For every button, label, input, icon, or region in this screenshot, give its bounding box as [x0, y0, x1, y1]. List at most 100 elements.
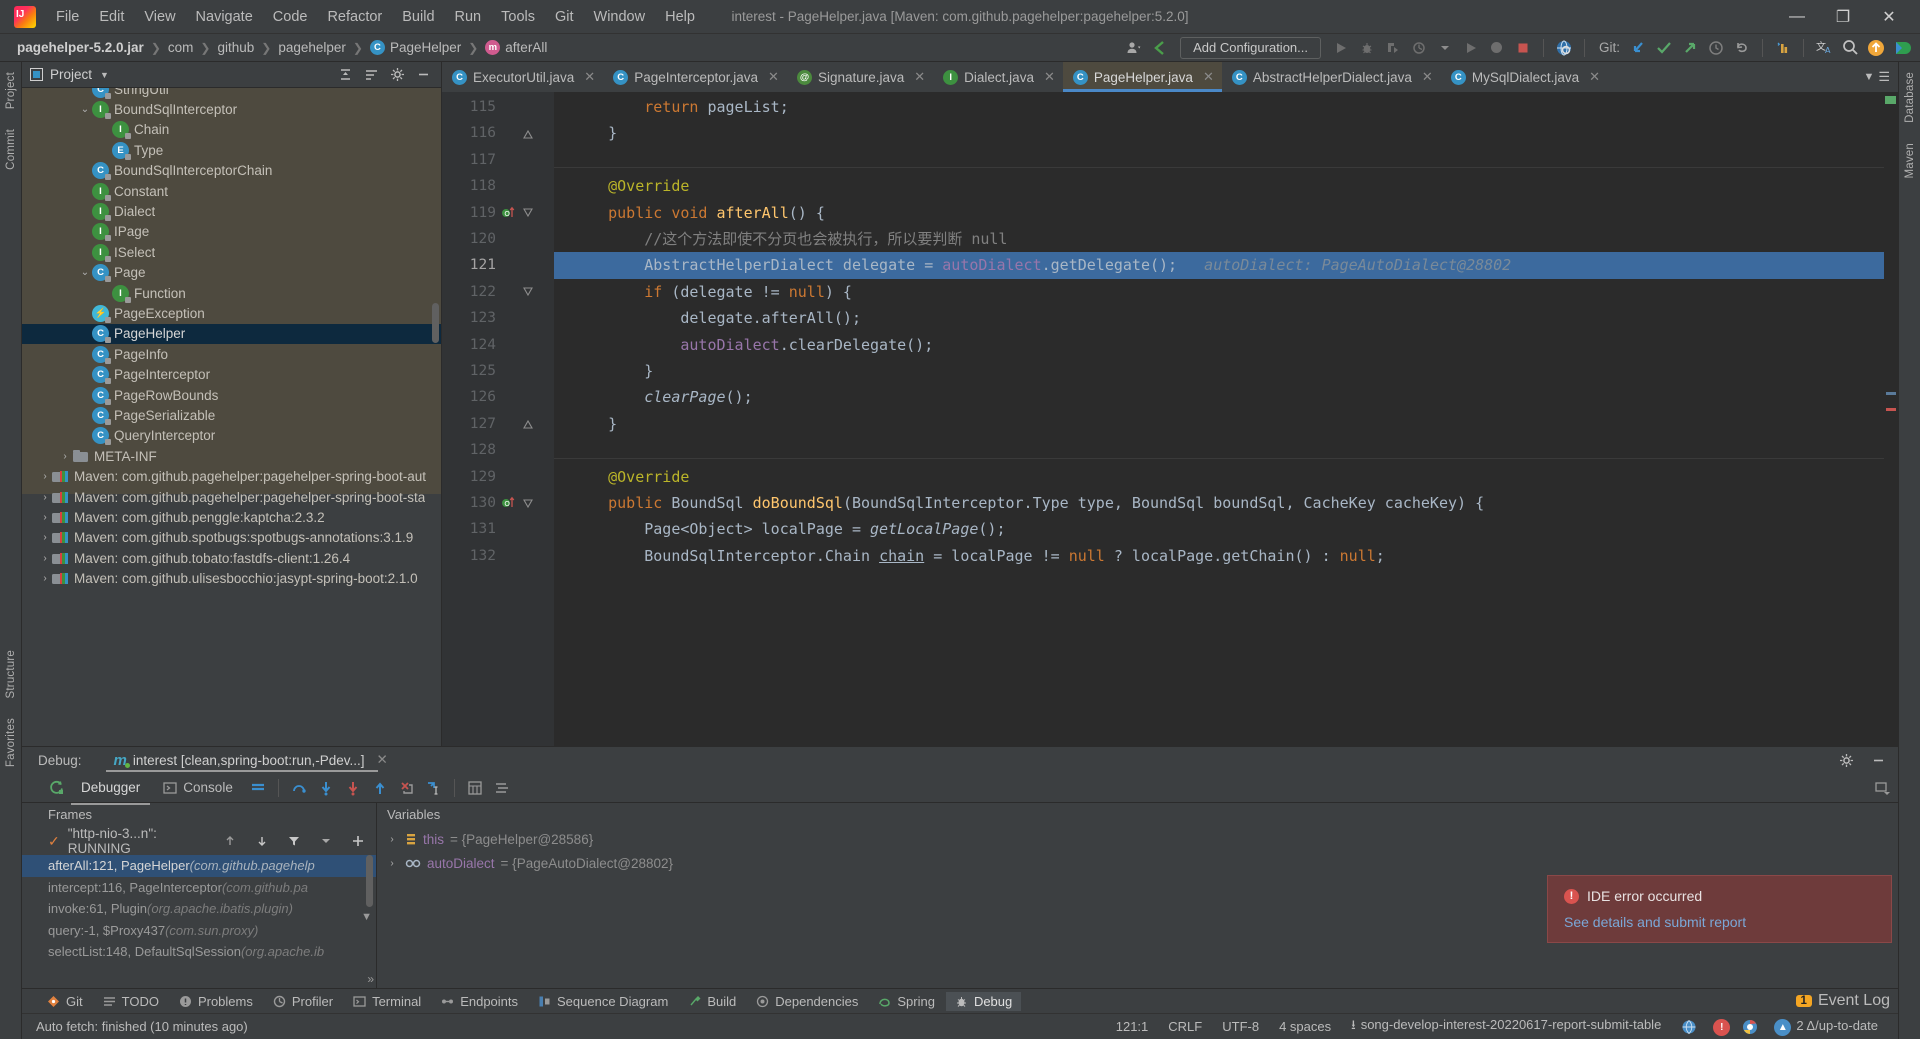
update-project-icon[interactable]: [1148, 36, 1172, 60]
sidebar-item-favorites[interactable]: Favorites: [5, 708, 17, 777]
arrow-down-icon[interactable]: [250, 829, 274, 853]
menu-git[interactable]: Git: [545, 5, 584, 29]
browser-status-icon[interactable]: [1736, 1019, 1764, 1035]
tab-list-icon[interactable]: ☰: [1878, 69, 1890, 85]
tab-console[interactable]: Console: [153, 777, 243, 798]
close-icon[interactable]: ✕: [1589, 69, 1600, 85]
error-notification-balloon[interactable]: ! IDE error occurred See details and sub…: [1547, 875, 1892, 943]
editor-tab[interactable]: C ExecutorUtil.java ✕: [442, 62, 603, 92]
close-icon[interactable]: ✕: [584, 69, 595, 85]
bottom-tab-spring[interactable]: Spring: [869, 992, 944, 1011]
tree-item[interactable]: ⌄ C Page: [22, 263, 441, 283]
override-method-icon[interactable]: O: [501, 205, 516, 220]
sidebar-item-database[interactable]: Database: [1904, 62, 1916, 133]
variables-list[interactable]: › this = {PageHelper@28586} › autoDialect = {…: [377, 827, 1898, 875]
editor-tab[interactable]: C AbstractHelperDialect.java ✕: [1222, 62, 1441, 92]
hide-panel-icon[interactable]: [1866, 748, 1890, 772]
close-icon[interactable]: ✕: [377, 752, 388, 768]
file-encoding[interactable]: UTF-8: [1212, 1019, 1269, 1034]
add-frame-icon[interactable]: [346, 829, 370, 853]
bottom-tab-dependencies[interactable]: Dependencies: [747, 992, 867, 1011]
bottom-tab-sequence-diagram[interactable]: Sequence Diagram: [529, 992, 677, 1011]
git-commit-icon[interactable]: [1652, 36, 1676, 60]
chevron-right-icon[interactable]: ›: [38, 532, 52, 543]
menu-navigate[interactable]: Navigate: [186, 5, 263, 29]
chevron-down-icon[interactable]: ▼: [1863, 71, 1874, 83]
update-status[interactable]: ▲ 2 Δ/up-to-date: [1764, 1018, 1888, 1036]
frame-list-item[interactable]: query:-1, $Proxy437 (com.sun.proxy): [22, 920, 376, 942]
git-history-icon[interactable]: [1704, 36, 1728, 60]
frames-list[interactable]: afterAll:121, PageHelper (com.github.pag…: [22, 855, 376, 988]
globe-search-icon[interactable]: [1552, 36, 1576, 60]
chevron-down-icon[interactable]: [314, 829, 338, 853]
profile-icon[interactable]: [1407, 36, 1431, 60]
tree-item[interactable]: › META-INF: [22, 446, 441, 466]
tree-item[interactable]: C PageInterceptor: [22, 364, 441, 385]
breadcrumb-com[interactable]: com: [165, 40, 197, 55]
bottom-tab-endpoints[interactable]: Endpoints: [432, 992, 527, 1011]
arrow-up-icon[interactable]: [218, 829, 242, 853]
minimize-button[interactable]: —: [1774, 0, 1820, 34]
bottom-tab-problems[interactable]: Problems: [170, 992, 262, 1011]
editor-gutter[interactable]: 115 116 117 118 119 O 120 121 122 123 124 125 126 127…: [442, 92, 554, 746]
chevron-right-icon[interactable]: ›: [38, 512, 52, 523]
code-line[interactable]: AbstractHelperDialect delegate = autoDia…: [554, 252, 1898, 279]
chevron-down-icon[interactable]: ▼: [100, 70, 109, 80]
breadcrumb-jar[interactable]: pagehelper-5.2.0.jar: [14, 40, 147, 55]
git-push-icon[interactable]: [1678, 36, 1702, 60]
caret-position[interactable]: 121:1: [1106, 1019, 1159, 1034]
line-separator[interactable]: CRLF: [1158, 1019, 1212, 1034]
menu-run[interactable]: Run: [445, 5, 492, 29]
tree-item[interactable]: C PageHelper: [22, 323, 441, 345]
code-line[interactable]: }: [554, 411, 1898, 437]
plugin-icon[interactable]: [1890, 36, 1914, 60]
tree-item[interactable]: I ISelect: [22, 242, 441, 262]
tree-item[interactable]: I Function: [22, 283, 441, 303]
chevron-down-icon[interactable]: [1433, 36, 1457, 60]
sidebar-item-commit[interactable]: Commit: [5, 119, 17, 180]
frame-list-item[interactable]: selectList:148, DefaultSqlSession (org.a…: [22, 941, 376, 963]
variable-row[interactable]: › this = {PageHelper@28586}: [377, 827, 1898, 851]
gear-icon[interactable]: [1834, 748, 1858, 772]
fold-start-icon[interactable]: [521, 286, 534, 299]
chevron-down-icon[interactable]: ⌄: [78, 267, 92, 278]
menu-build[interactable]: Build: [392, 5, 444, 29]
tree-item[interactable]: ⌄ I BoundSqlInterceptor: [22, 99, 441, 120]
event-log-label[interactable]: Event Log: [1818, 992, 1890, 1010]
fold-end-icon[interactable]: [521, 127, 534, 140]
sidebar-item-maven[interactable]: Maven: [1904, 133, 1916, 189]
drop-frame-icon[interactable]: [395, 776, 419, 800]
chevron-right-icon[interactable]: ›: [38, 573, 52, 584]
menu-help[interactable]: Help: [655, 5, 705, 29]
chevron-down-icon[interactable]: ⌄: [78, 104, 92, 115]
stop-icon[interactable]: [1511, 36, 1535, 60]
editor-tab[interactable]: C PageInterceptor.java ✕: [603, 62, 787, 92]
menu-file[interactable]: File: [46, 5, 89, 29]
variable-row[interactable]: › autoDialect = {PageAutoDialect@28802}: [377, 851, 1898, 875]
tab-debugger[interactable]: Debugger: [71, 777, 151, 805]
tree-item[interactable]: › Maven: com.github.penggle:kaptcha:2.3.2: [22, 507, 441, 527]
code-line[interactable]: public void afterAll() {: [554, 200, 1898, 226]
close-button[interactable]: ✕: [1866, 0, 1912, 34]
fold-start-icon[interactable]: [521, 497, 534, 510]
force-step-into-icon[interactable]: [341, 776, 365, 800]
frames-scrollbar[interactable]: [366, 855, 373, 907]
tree-item[interactable]: ⚡ PageException: [22, 303, 441, 323]
upload-badge-icon[interactable]: [1864, 36, 1888, 60]
code-line[interactable]: //这个方法即使不分页也会被执行，所以要判断 null: [554, 226, 1898, 252]
expand-collapse-icon[interactable]: [333, 63, 357, 87]
chevron-right-icon[interactable]: ›: [38, 492, 52, 503]
settings-chevron-icon[interactable]: [1870, 776, 1894, 800]
code-line[interactable]: return pageList;: [554, 94, 1898, 120]
menu-edit[interactable]: Edit: [89, 5, 134, 29]
translate-icon[interactable]: 文A: [1812, 36, 1836, 60]
frames-scroll-down-icon[interactable]: ▼: [361, 911, 372, 923]
close-icon[interactable]: ✕: [1044, 69, 1055, 85]
chevron-right-icon[interactable]: ›: [38, 553, 52, 564]
layout-icon[interactable]: [246, 776, 270, 800]
chevron-right-icon[interactable]: ›: [385, 858, 399, 869]
override-method-icon[interactable]: O: [501, 495, 516, 510]
error-status-icon[interactable]: !: [1707, 1018, 1736, 1036]
thread-selector[interactable]: ✓ "http-nio-3...n": RUNNING: [22, 826, 376, 856]
tree-item[interactable]: I Constant: [22, 181, 441, 201]
